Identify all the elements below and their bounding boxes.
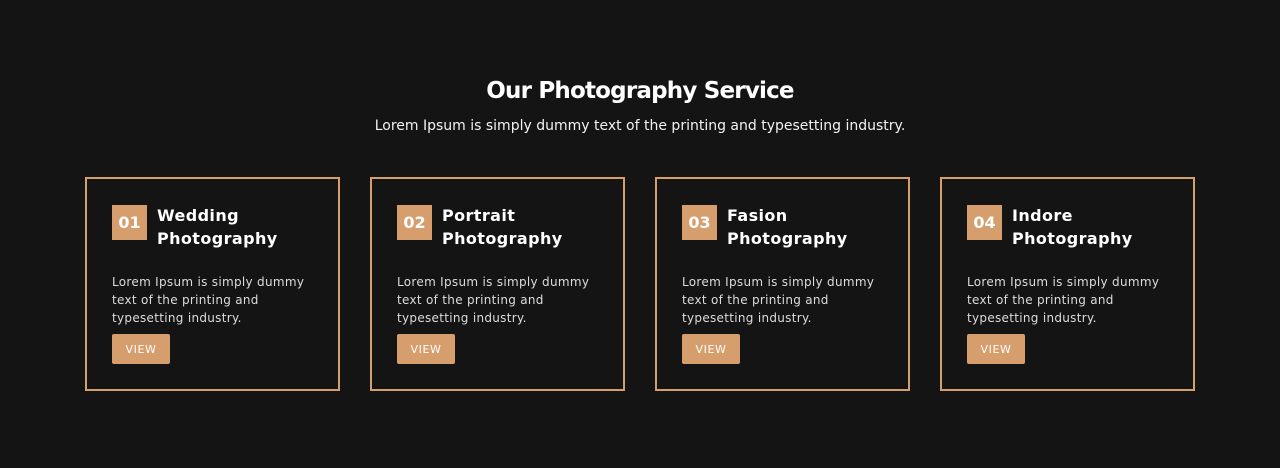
section-title: Our Photography Service bbox=[486, 78, 794, 104]
card-title-line2: Photography bbox=[727, 229, 848, 248]
card-title: Indore Photography bbox=[1012, 204, 1133, 250]
card-title-line2: Photography bbox=[157, 229, 278, 248]
card-description: Lorem Ipsum is simply dummy text of the … bbox=[967, 275, 1160, 325]
section-subtitle: Lorem Ipsum is simply dummy text of the … bbox=[374, 118, 906, 134]
view-button-indore[interactable]: VIEW bbox=[967, 334, 1025, 364]
card-header: 02 Portrait Photography bbox=[397, 205, 623, 250]
card-title: Portrait Photography bbox=[442, 204, 563, 250]
service-card-wedding: 01 Wedding Photography Lorem Ipsum is si… bbox=[85, 177, 340, 391]
card-description: Lorem Ipsum is simply dummy text of the … bbox=[112, 275, 305, 325]
card-description: Lorem Ipsum is simply dummy text of the … bbox=[397, 275, 590, 325]
service-card-portrait: 02 Portrait Photography Lorem Ipsum is s… bbox=[370, 177, 625, 391]
card-header: 03 Fasion Photography bbox=[682, 205, 908, 250]
card-title: Wedding Photography bbox=[157, 204, 278, 250]
view-button-portrait[interactable]: VIEW bbox=[397, 334, 455, 364]
service-cards: 01 Wedding Photography Lorem Ipsum is si… bbox=[85, 177, 1195, 391]
card-title-line1: Indore bbox=[1012, 206, 1073, 225]
card-number-badge: 01 bbox=[112, 205, 147, 240]
card-title-line1: Wedding bbox=[157, 206, 239, 225]
card-header: 04 Indore Photography bbox=[967, 205, 1193, 250]
card-title-line1: Fasion bbox=[727, 206, 788, 225]
card-header: 01 Wedding Photography bbox=[112, 205, 338, 250]
card-title: Fasion Photography bbox=[727, 204, 848, 250]
card-number-badge: 02 bbox=[397, 205, 432, 240]
card-title-line2: Photography bbox=[1012, 229, 1133, 248]
card-description: Lorem Ipsum is simply dummy text of the … bbox=[682, 275, 875, 325]
service-card-indore: 04 Indore Photography Lorem Ipsum is sim… bbox=[940, 177, 1195, 391]
card-number-badge: 03 bbox=[682, 205, 717, 240]
service-card-fasion: 03 Fasion Photography Lorem Ipsum is sim… bbox=[655, 177, 910, 391]
card-title-line1: Portrait bbox=[442, 206, 516, 225]
card-title-line2: Photography bbox=[442, 229, 563, 248]
card-number-badge: 04 bbox=[967, 205, 1002, 240]
view-button-wedding[interactable]: VIEW bbox=[112, 334, 170, 364]
view-button-fasion[interactable]: VIEW bbox=[682, 334, 740, 364]
